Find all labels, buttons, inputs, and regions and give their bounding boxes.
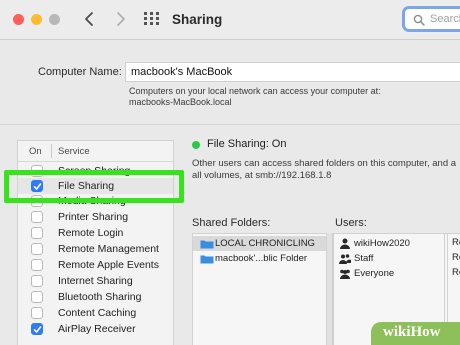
user-name: Everyone <box>354 268 395 279</box>
local-hostname: macbooks-MacBook.local <box>129 97 232 107</box>
service-row[interactable]: File Sharing <box>18 178 173 194</box>
column-header-on: On <box>29 146 42 157</box>
network-address-note: Computers on your local network can acce… <box>129 86 381 96</box>
search-icon <box>413 14 425 26</box>
forward-button[interactable] <box>108 7 132 31</box>
service-row[interactable]: Screen Sharing <box>18 163 173 179</box>
service-checkbox[interactable] <box>31 323 43 335</box>
checkmark-icon <box>33 183 42 190</box>
zoom-window-button[interactable] <box>49 14 60 25</box>
user-item[interactable]: Staff <box>334 251 447 266</box>
service-label: Printer Sharing <box>58 211 129 223</box>
group-icon <box>340 269 350 279</box>
watermark: wikiHow <box>371 322 460 345</box>
service-checkbox[interactable] <box>31 291 43 303</box>
status-info-line1: Other users can access shared folders on… <box>192 158 457 169</box>
service-checkbox[interactable] <box>31 259 43 271</box>
folder-icon <box>200 240 214 249</box>
service-label: Screen Sharing <box>58 165 131 177</box>
status-indicator <box>192 141 200 149</box>
service-checkbox[interactable] <box>31 195 43 207</box>
computer-name-label: Computer Name: <box>38 66 122 78</box>
column-header-divider <box>51 144 52 158</box>
header-divider <box>18 161 173 162</box>
column-header-service: Service <box>58 146 90 157</box>
service-checkbox[interactable] <box>31 227 43 239</box>
status-text: File Sharing: On <box>207 138 287 150</box>
service-row[interactable]: AirPlay Receiver <box>18 321 173 337</box>
service-checkbox[interactable] <box>31 275 43 287</box>
service-label: Internet Sharing <box>58 275 133 287</box>
shared-folder-label: LOCAL CHRONICLING <box>215 238 315 249</box>
service-label: Bluetooth Sharing <box>58 291 142 303</box>
shared-folders-list: LOCAL CHRONICLING macbook'...blic Folder <box>192 233 327 345</box>
shared-folders-label: Shared Folders: <box>192 217 271 229</box>
service-checkbox[interactable] <box>31 211 43 223</box>
privilege-value[interactable]: Re <box>452 237 460 248</box>
close-window-button[interactable] <box>13 14 24 25</box>
privilege-value[interactable]: Re <box>452 252 460 263</box>
service-row[interactable]: Bluetooth Sharing <box>18 289 173 305</box>
minimize-window-button[interactable] <box>31 14 42 25</box>
service-label: Media Sharing <box>58 195 126 207</box>
service-label: Remote Apple Events <box>58 259 159 271</box>
user-name: wikiHow2020 <box>354 238 410 249</box>
window-title: Sharing <box>172 12 223 27</box>
service-checkbox[interactable] <box>31 243 43 255</box>
computer-name-value: macbook's MacBook <box>131 66 233 78</box>
title-bar: Sharing Search <box>0 0 460 40</box>
shared-folder-item[interactable]: LOCAL CHRONICLING <box>193 236 326 251</box>
shared-folder-label: macbook'...blic Folder <box>215 253 308 264</box>
search-field[interactable]: Search <box>402 6 460 32</box>
service-label: Content Caching <box>58 307 137 319</box>
service-row[interactable]: Remote Management <box>18 241 173 257</box>
shared-folder-item[interactable]: macbook'...blic Folder <box>193 251 326 266</box>
status-info-line2: all volumes, at smb://192.168.1.8 <box>192 170 332 181</box>
service-row[interactable]: Internet Sharing <box>18 273 173 289</box>
service-checkbox[interactable] <box>31 307 43 319</box>
back-button[interactable] <box>78 7 102 31</box>
service-label: Remote Management <box>58 243 159 255</box>
service-row[interactable]: Printer Sharing <box>18 209 173 225</box>
user-icon <box>340 238 350 249</box>
service-label: AirPlay Receiver <box>58 323 136 335</box>
service-label: Remote Login <box>58 227 124 239</box>
service-row[interactable]: Remote Login <box>18 225 173 241</box>
chevron-right-icon <box>117 12 125 26</box>
folder-icon <box>200 255 214 264</box>
section-divider <box>0 124 460 125</box>
privilege-value[interactable]: Re <box>452 267 460 278</box>
chevron-left-icon <box>85 12 93 26</box>
service-row[interactable]: Media Sharing <box>18 193 173 209</box>
group-icon <box>339 254 351 264</box>
user-item[interactable]: Everyone <box>334 266 447 281</box>
services-list: On Service Screen Sharing File Sharing Med… <box>17 140 174 345</box>
service-row[interactable]: Remote Apple Events <box>18 257 173 273</box>
user-item[interactable]: wikiHow2020 <box>334 236 447 251</box>
users-label: Users: <box>335 217 367 229</box>
show-all-grid-icon[interactable] <box>144 12 160 26</box>
user-name: Staff <box>354 253 374 264</box>
computer-name-field[interactable]: macbook's MacBook <box>125 62 460 82</box>
search-placeholder: Search <box>430 13 460 25</box>
service-checkbox[interactable] <box>31 165 43 177</box>
service-checkbox[interactable] <box>31 180 43 192</box>
checkmark-icon <box>33 326 42 333</box>
service-label: File Sharing <box>58 180 115 192</box>
watermark-text: wikiHow <box>383 324 441 340</box>
service-row[interactable]: Content Caching <box>18 305 173 321</box>
